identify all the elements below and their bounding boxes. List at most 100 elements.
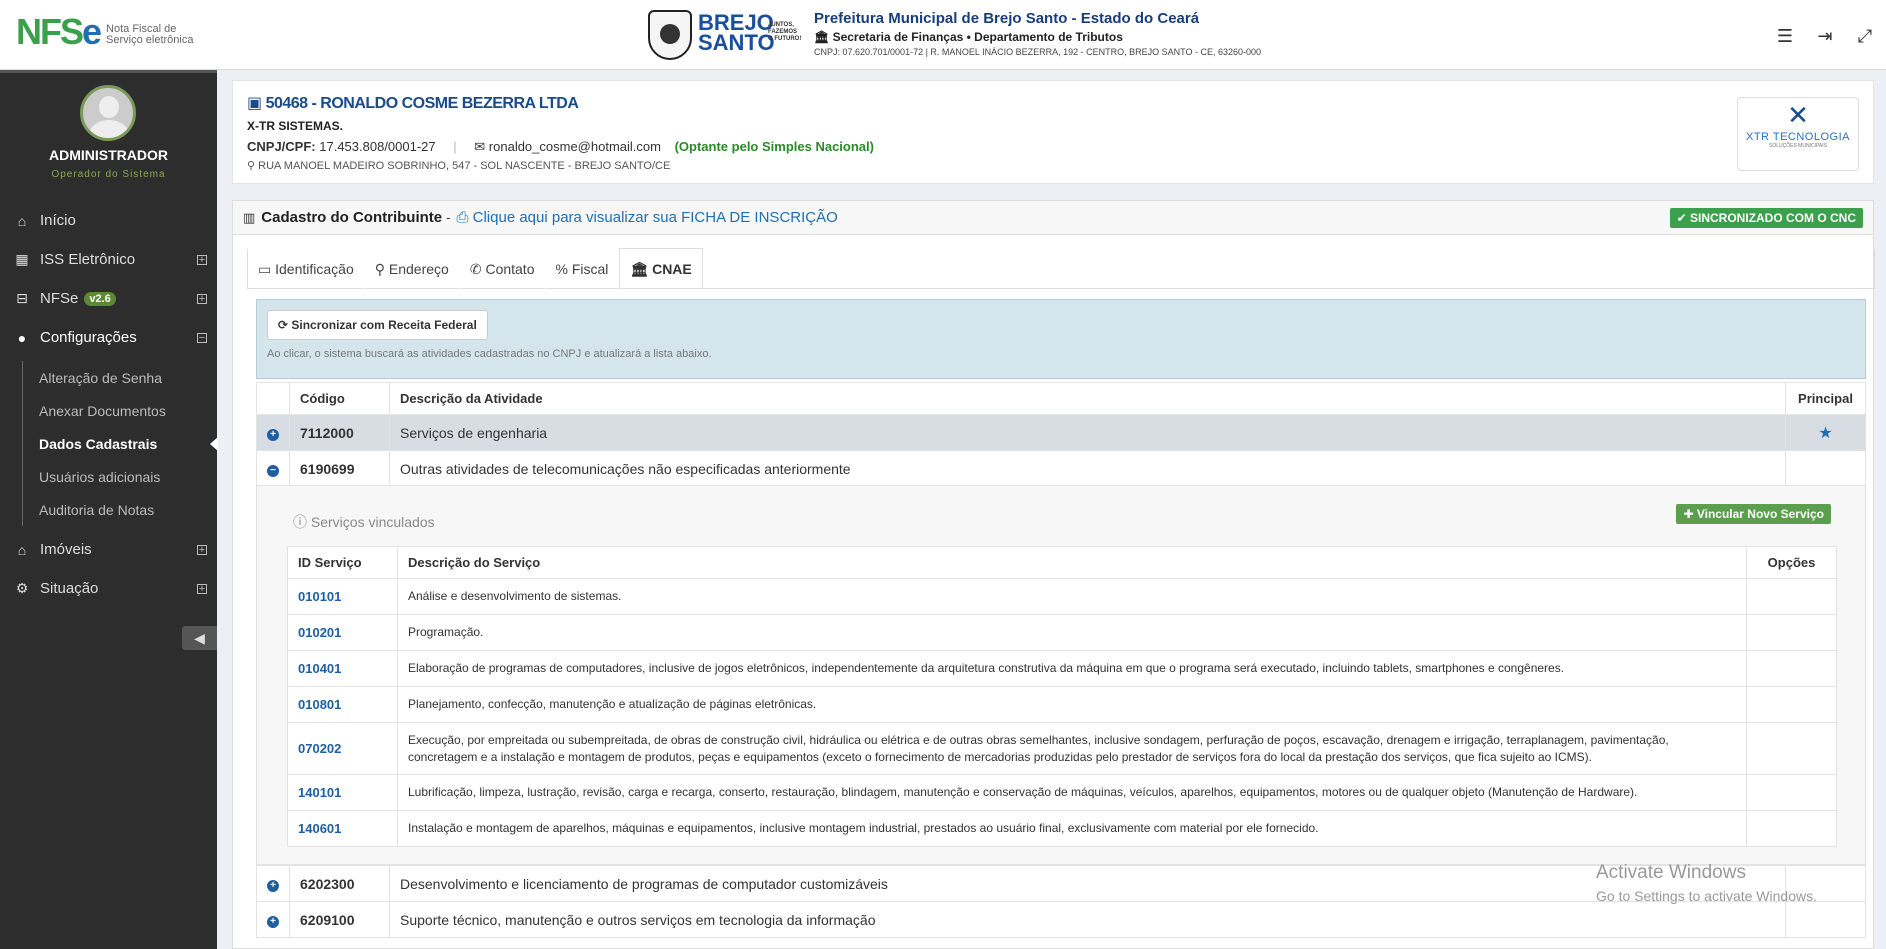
- bank-icon: 🏛: [630, 261, 653, 277]
- col-id-servico: ID Serviço: [287, 546, 398, 579]
- table-row: 010201 Programação.: [287, 614, 1837, 651]
- service-id[interactable]: 070202: [287, 722, 398, 775]
- cnae-desc: Serviços de engenharia: [389, 414, 1786, 451]
- col-descricao-servico: Descrição do Serviço: [397, 546, 1747, 579]
- logo-e-text: e: [82, 11, 102, 52]
- tab-identificacao[interactable]: ▭ Identificação: [248, 249, 365, 289]
- expand-icon: +: [197, 253, 207, 266]
- col-opcoes: Opções: [1746, 546, 1837, 579]
- submenu-alteracao-senha[interactable]: Alteração de Senha: [22, 361, 217, 394]
- service-id[interactable]: 010801: [287, 686, 398, 723]
- sidebar-item-inicio[interactable]: ⌂ Início: [0, 201, 217, 240]
- service-id[interactable]: 140601: [287, 810, 398, 847]
- xtr-logo: ✕ XTR TECNOLOGIA SOLUÇÕES MUNICIPAIS: [1737, 97, 1859, 171]
- prefeitura-cnpj: CNPJ: 07.620.701/0001-72 | R. MANOEL INÁ…: [814, 47, 1262, 57]
- service-desc: Elaboração de programas de computadores,…: [397, 650, 1747, 687]
- servicos-vinculados-box: ⓘ Serviços vinculados ✚ Vincular Novo Se…: [256, 485, 1866, 865]
- tab-cnae[interactable]: 🏛 CNAE: [619, 248, 703, 288]
- fullscreen-icon[interactable]: ⤢: [1856, 26, 1874, 47]
- cnae-code: 6202300: [289, 865, 390, 902]
- submenu-anexar-documentos[interactable]: Anexar Documentos: [22, 394, 217, 427]
- expand-row-icon[interactable]: +: [267, 428, 279, 441]
- gear-icon: ⚙: [15, 580, 29, 596]
- table-row: 140601 Instalação e montagem de aparelho…: [287, 810, 1837, 847]
- service-desc: Lubrificação, limpeza, lustração, revisã…: [397, 774, 1747, 811]
- menu-icon[interactable]: ☰: [1776, 26, 1794, 47]
- ficha-inscricao-link[interactable]: ⎙ Clique aqui para visualizar sua FICHA …: [456, 209, 837, 226]
- table-row[interactable]: − 6190699 Outras atividades de telecomun…: [256, 450, 1866, 487]
- cnae-code: 6190699: [289, 450, 390, 487]
- xtr-mark-icon: ✕: [1787, 100, 1809, 130]
- top-icons: ☰ ⇥ ⤢: [1776, 26, 1874, 47]
- cnae-desc: Desenvolvimento e licenciamento de progr…: [389, 865, 1786, 902]
- tab-fiscal[interactable]: % Fiscal: [546, 249, 620, 289]
- table-row[interactable]: + 6209100 Suporte técnico, manutenção e …: [256, 901, 1866, 938]
- submenu-configuracoes: Alteração de Senha Anexar Documentos Dad…: [0, 357, 218, 530]
- collapse-icon: −: [197, 331, 207, 344]
- map-marker-icon: ⚲: [374, 261, 389, 277]
- service-desc: Planejamento, confecção, manutenção e at…: [397, 686, 1747, 723]
- cnpj-label: CNPJ/CPF:: [247, 139, 316, 154]
- sidebar-item-label: Configurações: [40, 329, 137, 346]
- nfse-logo[interactable]: NFSe Nota Fiscal de Serviço eletrônica: [16, 14, 196, 50]
- email-value: ronaldo_cosme@hotmail.com: [488, 139, 661, 154]
- sidebar-item-nfse[interactable]: ⊟ NFSe v2.6 +: [0, 279, 217, 318]
- sidebar-collapse-button[interactable]: ◀: [182, 626, 217, 650]
- avatar: [80, 85, 136, 141]
- home-icon: ⌂: [17, 212, 27, 229]
- logout-icon[interactable]: ⇥: [1816, 26, 1834, 47]
- version-badge: v2.6: [84, 291, 116, 306]
- service-desc: Execução, por empreitada ou subempreitad…: [397, 722, 1747, 775]
- tab-contato[interactable]: ✆ Contato: [460, 249, 546, 289]
- sidebar-item-label: Início: [40, 212, 76, 229]
- vincular-servico-button[interactable]: ✚ Vincular Novo Serviço: [1676, 504, 1831, 524]
- company-details: CNPJ/CPF: 17.453.808/0001-27 | ✉ ronaldo…: [247, 139, 874, 154]
- sidebar-menu: ⌂ Início ▦ ISS Eletrônico + ⊟ NFSe v2.6 …: [0, 201, 218, 608]
- home-icon: ⌂: [17, 541, 27, 558]
- sidebar: ADMINISTRADOR Operador do Sistema ⌂ Iníc…: [0, 70, 218, 949]
- table-icon: ▦: [15, 251, 29, 267]
- company-address: RUA MANOEL MADEIRO SOBRINHO, 547 - SOL N…: [258, 160, 671, 172]
- top-header: NFSe Nota Fiscal de Serviço eletrônica B…: [0, 0, 1886, 70]
- sync-box: ⟳ Sincronizar com Receita Federal Ao cli…: [256, 299, 1866, 379]
- simples-status: (Optante pelo Simples Nacional): [674, 139, 874, 154]
- submenu-auditoria-notas[interactable]: Auditoria de Notas: [22, 493, 217, 526]
- panel-header: ▥ Cadastro do Contribuinte - ⎙ Clique aq…: [233, 201, 1873, 235]
- submenu-usuarios-adicionais[interactable]: Usuários adicionais: [22, 460, 217, 493]
- table-row: 010801 Planejamento, confecção, manutenç…: [287, 686, 1837, 723]
- service-id[interactable]: 010401: [287, 650, 398, 687]
- table-header-row: ID Serviço Descrição do Serviço Opções: [287, 546, 1837, 579]
- expand-row-icon[interactable]: +: [267, 916, 279, 928]
- company-card: ▣ 50468 - RONALDO COSME BEZERRA LTDA X-T…: [232, 80, 1874, 184]
- table-row[interactable]: + 7112000 Serviços de engenharia ★: [256, 414, 1866, 451]
- sidebar-item-iss[interactable]: ▦ ISS Eletrônico +: [0, 240, 217, 279]
- sync-hint: Ao clicar, o sistema buscará as atividad…: [267, 348, 712, 360]
- table-row: 140101 Lubrificação, limpeza, lustração,…: [287, 774, 1837, 811]
- bank-icon: 🏛: [814, 30, 833, 44]
- arrow-left-icon: ◀: [194, 630, 205, 646]
- table-row: 010401 Elaboração de programas de comput…: [287, 650, 1837, 687]
- sync-status-badge: SINCRONIZADO COM O CNC: [1690, 211, 1856, 225]
- activate-windows-watermark: Activate Windows Go to Settings to activ…: [1596, 862, 1817, 904]
- col-descricao: Descrição da Atividade: [389, 382, 1786, 415]
- cnpj-value: 17.453.808/0001-27: [319, 139, 436, 154]
- sidebar-item-configuracoes[interactable]: ● Configurações −: [0, 318, 217, 357]
- collapse-row-icon[interactable]: −: [267, 464, 279, 477]
- sidebar-item-imoveis[interactable]: ⌂ Imóveis +: [0, 530, 217, 569]
- tabs: ▭ Identificação ⚲ Endereço ✆ Contato % F…: [247, 248, 1875, 289]
- expand-icon: +: [197, 582, 207, 595]
- service-id[interactable]: 010201: [287, 614, 398, 651]
- sync-receita-button[interactable]: ⟳ Sincronizar com Receita Federal: [267, 310, 488, 340]
- service-id[interactable]: 140101: [287, 774, 398, 811]
- table-header-row: Código Descrição da Atividade Principal: [256, 382, 1866, 415]
- cnae-code: 6209100: [289, 901, 390, 938]
- tab-endereco[interactable]: ⚲ Endereço: [365, 249, 460, 289]
- user-role: Operador do Sistema: [51, 169, 166, 180]
- secretaria-text: Secretaria de Finanças • Departamento de…: [832, 30, 1123, 44]
- cnae-desc: Suporte técnico, manutenção e outros ser…: [389, 901, 1786, 938]
- sidebar-item-situacao[interactable]: ⚙ Situação +: [0, 569, 217, 608]
- plus-icon: ✚: [1683, 507, 1697, 521]
- service-id[interactable]: 010101: [287, 578, 398, 615]
- submenu-dados-cadastrais[interactable]: Dados Cadastrais: [22, 427, 218, 460]
- expand-row-icon[interactable]: +: [267, 880, 279, 892]
